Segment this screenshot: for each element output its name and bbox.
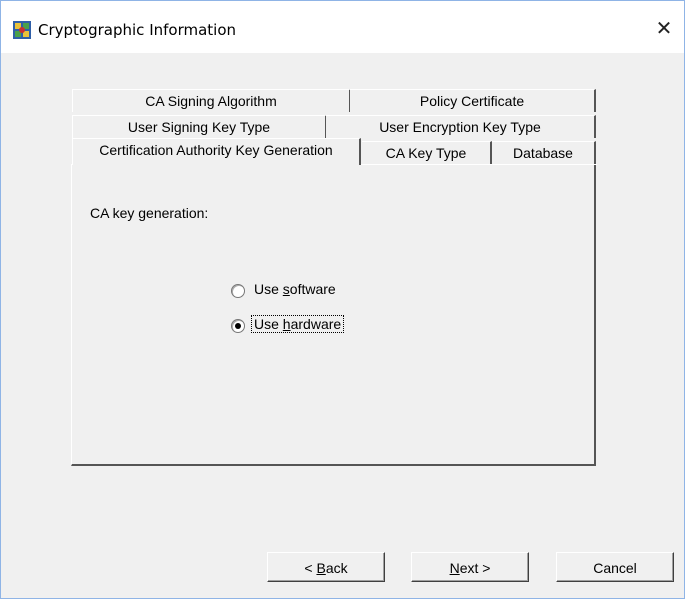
use-hardware-label[interactable]: Use hardware (250, 315, 345, 333)
tab-ca-key-type[interactable]: CA Key Type (362, 141, 492, 164)
use-software-label[interactable]: Use software (252, 281, 338, 297)
tab-certification-authority-key-generation[interactable]: Certification Authority Key Generation (72, 138, 361, 165)
ca-key-generation-label: CA key generation: (90, 205, 209, 221)
radio-selected-dot (235, 323, 241, 329)
title-bar[interactable]: Cryptographic Information ✕ (1, 1, 684, 53)
tab-ca-signing-algorithm[interactable]: CA Signing Algorithm (72, 89, 351, 112)
tab-database[interactable]: Database (492, 141, 596, 164)
panel-top-edge (361, 164, 597, 165)
close-icon[interactable]: ✕ (644, 11, 684, 45)
certificate-app-icon (13, 21, 31, 39)
use-software-radio[interactable] (231, 284, 245, 298)
tab-policy-certificate[interactable]: Policy Certificate (350, 89, 596, 112)
tab-user-encryption-key-type[interactable]: User Encryption Key Type (326, 115, 596, 138)
window-title: Cryptographic Information (38, 21, 237, 39)
back-button[interactable]: < Back (267, 552, 385, 582)
next-button[interactable]: Next > (411, 552, 529, 582)
dialog-window: Cryptographic Information ✕ CA Signing A… (0, 0, 685, 599)
cancel-button[interactable]: Cancel (556, 552, 674, 582)
tab-user-signing-key-type[interactable]: User Signing Key Type (72, 115, 327, 138)
use-hardware-radio[interactable] (231, 319, 245, 333)
